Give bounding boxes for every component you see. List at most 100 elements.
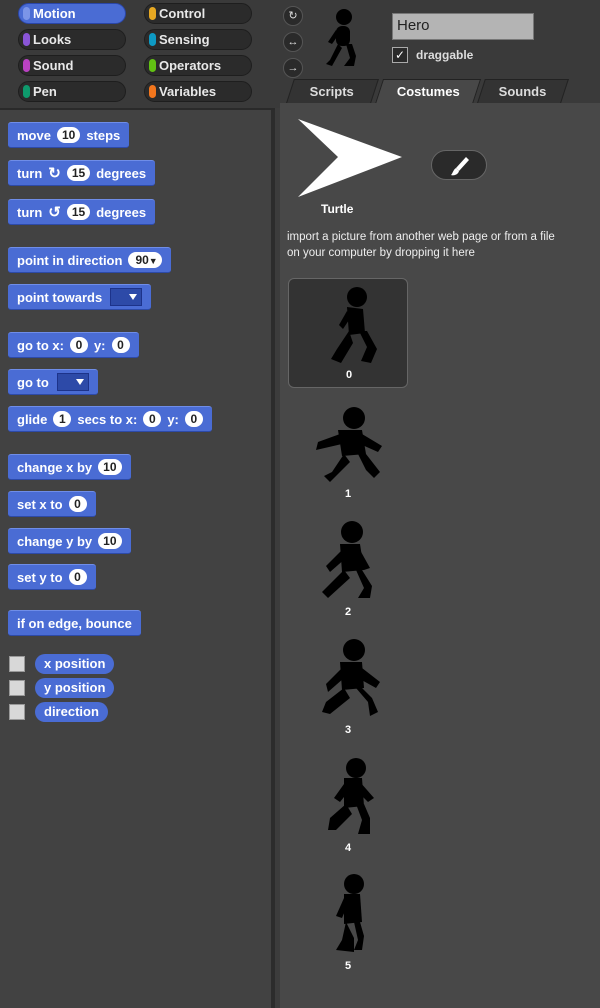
- change-x-input[interactable]: 10: [98, 459, 122, 475]
- direction-dropdown[interactable]: 90▼: [128, 252, 162, 268]
- y-input[interactable]: 0: [111, 337, 130, 353]
- category-sensing[interactable]: Sensing: [144, 29, 252, 50]
- control-color-dot: [149, 7, 156, 20]
- block-text: secs to x:: [77, 411, 138, 427]
- degrees-input[interactable]: 15: [66, 165, 91, 181]
- import-instructions: import a picture from another web page o…: [287, 231, 555, 259]
- towards-dropdown[interactable]: [110, 288, 143, 306]
- app-window: Motion Control Looks Sensing Sound Opera…: [0, 0, 600, 1008]
- category-panel: Motion Control Looks Sensing Sound Opera…: [0, 0, 275, 110]
- block-if-on-edge-bounce[interactable]: if on edge, bounce: [8, 610, 141, 636]
- tab-scripts[interactable]: Scripts: [286, 79, 379, 103]
- costume-item[interactable]: 2: [288, 514, 408, 624]
- draggable-label: draggable: [416, 48, 474, 62]
- costume-item[interactable]: 3: [288, 632, 408, 742]
- reporter-direction[interactable]: direction: [35, 702, 108, 722]
- go-to-dropdown[interactable]: [56, 373, 89, 391]
- tab-sounds[interactable]: Sounds: [477, 79, 569, 103]
- category-label: Sensing: [159, 32, 210, 47]
- category-label: Control: [159, 6, 206, 21]
- sprite-thumbnail-icon: [326, 9, 356, 66]
- turtle-costume-icon[interactable]: [296, 117, 404, 199]
- block-glide[interactable]: glide 1 secs to x: 0 y: 0: [8, 406, 212, 432]
- rotation-style-flip-button[interactable]: ↔: [283, 32, 303, 52]
- set-x-input[interactable]: 0: [68, 496, 87, 512]
- costume-number: 5: [344, 960, 352, 972]
- block-text: glide: [17, 411, 48, 427]
- degrees-input[interactable]: 15: [66, 204, 91, 220]
- costume-number: 1: [344, 488, 352, 500]
- operators-color-dot: [149, 59, 156, 72]
- costume-item[interactable]: 5: [288, 868, 408, 978]
- costume-item[interactable]: 4: [288, 750, 408, 860]
- paint-new-costume-button[interactable]: [431, 150, 487, 180]
- category-sound[interactable]: Sound: [18, 55, 126, 76]
- category-label: Pen: [33, 84, 57, 99]
- motion-color-dot: [23, 7, 30, 20]
- secs-input[interactable]: 1: [53, 411, 72, 427]
- looks-color-dot: [23, 33, 30, 46]
- change-y-input[interactable]: 10: [98, 533, 122, 549]
- category-motion[interactable]: Motion: [18, 3, 126, 24]
- rotation-style-none-button[interactable]: →: [283, 58, 303, 78]
- block-turn-counterclockwise[interactable]: turn ↺ 15 degrees: [8, 199, 156, 225]
- reporter-x-position[interactable]: x position: [35, 654, 115, 674]
- category-variables[interactable]: Variables: [144, 81, 252, 102]
- block-go-to[interactable]: go to: [8, 369, 98, 395]
- category-looks[interactable]: Looks: [18, 29, 126, 50]
- block-go-to-xy[interactable]: go to x: 0 y: 0: [8, 332, 139, 358]
- block-text: turn: [17, 165, 43, 181]
- x-position-checkbox[interactable]: [9, 656, 25, 672]
- block-text: change x by: [17, 459, 93, 475]
- block-change-y[interactable]: change y by 10: [8, 528, 131, 554]
- block-text: if on edge, bounce: [17, 615, 132, 631]
- right-arrow-icon: →: [287, 62, 299, 74]
- block-palette[interactable]: move 10 steps turn ↻ 15 degrees turn ↺ 1…: [0, 110, 275, 1008]
- costume-number: 2: [344, 606, 352, 618]
- y-position-checkbox[interactable]: [9, 680, 25, 696]
- costume-item[interactable]: 1: [288, 396, 408, 506]
- rotate-icon: ↻: [288, 10, 298, 22]
- block-point-towards[interactable]: point towards: [8, 284, 152, 310]
- steps-input[interactable]: 10: [56, 127, 81, 143]
- dropdown-arrow-icon: ▼: [148, 256, 158, 266]
- category-control[interactable]: Control: [144, 3, 252, 24]
- costume-number: 3: [344, 724, 352, 736]
- turtle-costume-label: Turtle: [321, 202, 354, 216]
- block-turn-clockwise[interactable]: turn ↻ 15 degrees: [8, 160, 156, 186]
- block-text: point in direction: [17, 252, 123, 268]
- category-pen[interactable]: Pen: [18, 81, 126, 102]
- walking-figure-icon: [336, 874, 364, 952]
- direction-checkbox[interactable]: [9, 704, 25, 720]
- costume-number: 0: [345, 369, 353, 381]
- y-input[interactable]: 0: [184, 411, 203, 427]
- rotation-style-rotate-button[interactable]: ↻: [283, 6, 303, 26]
- walking-figure-icon: [328, 758, 374, 834]
- category-label: Looks: [33, 32, 72, 47]
- direction-value: 90: [135, 253, 149, 267]
- category-operators[interactable]: Operators: [144, 55, 252, 76]
- block-text: turn: [17, 204, 43, 220]
- set-y-input[interactable]: 0: [68, 569, 87, 585]
- pen-color-dot: [23, 85, 30, 98]
- draggable-checkbox[interactable]: ✓: [392, 47, 408, 63]
- block-text: go to x:: [17, 337, 64, 353]
- block-set-y[interactable]: set y to 0: [8, 564, 96, 590]
- block-set-x[interactable]: set x to 0: [8, 491, 96, 517]
- category-label: Sound: [33, 58, 74, 73]
- costume-item[interactable]: 0: [288, 278, 408, 388]
- block-move[interactable]: move 10 steps: [8, 122, 130, 148]
- rotate-counterclockwise-icon: ↺: [48, 204, 61, 221]
- tab-costumes[interactable]: Costumes: [374, 79, 482, 104]
- block-text: y:: [93, 337, 106, 353]
- block-change-x[interactable]: change x by 10: [8, 454, 131, 480]
- x-input[interactable]: 0: [69, 337, 88, 353]
- costumes-pane: Turtle import a picture from another web…: [280, 103, 600, 1008]
- block-point-in-direction[interactable]: point in direction 90▼: [8, 247, 171, 273]
- reporter-y-position[interactable]: y position: [35, 678, 115, 698]
- sprite-name-input[interactable]: Hero: [392, 13, 534, 40]
- x-input[interactable]: 0: [143, 411, 162, 427]
- category-label: Variables: [159, 84, 217, 99]
- block-text: set y to: [17, 569, 63, 585]
- rotate-clockwise-icon: ↻: [48, 165, 61, 182]
